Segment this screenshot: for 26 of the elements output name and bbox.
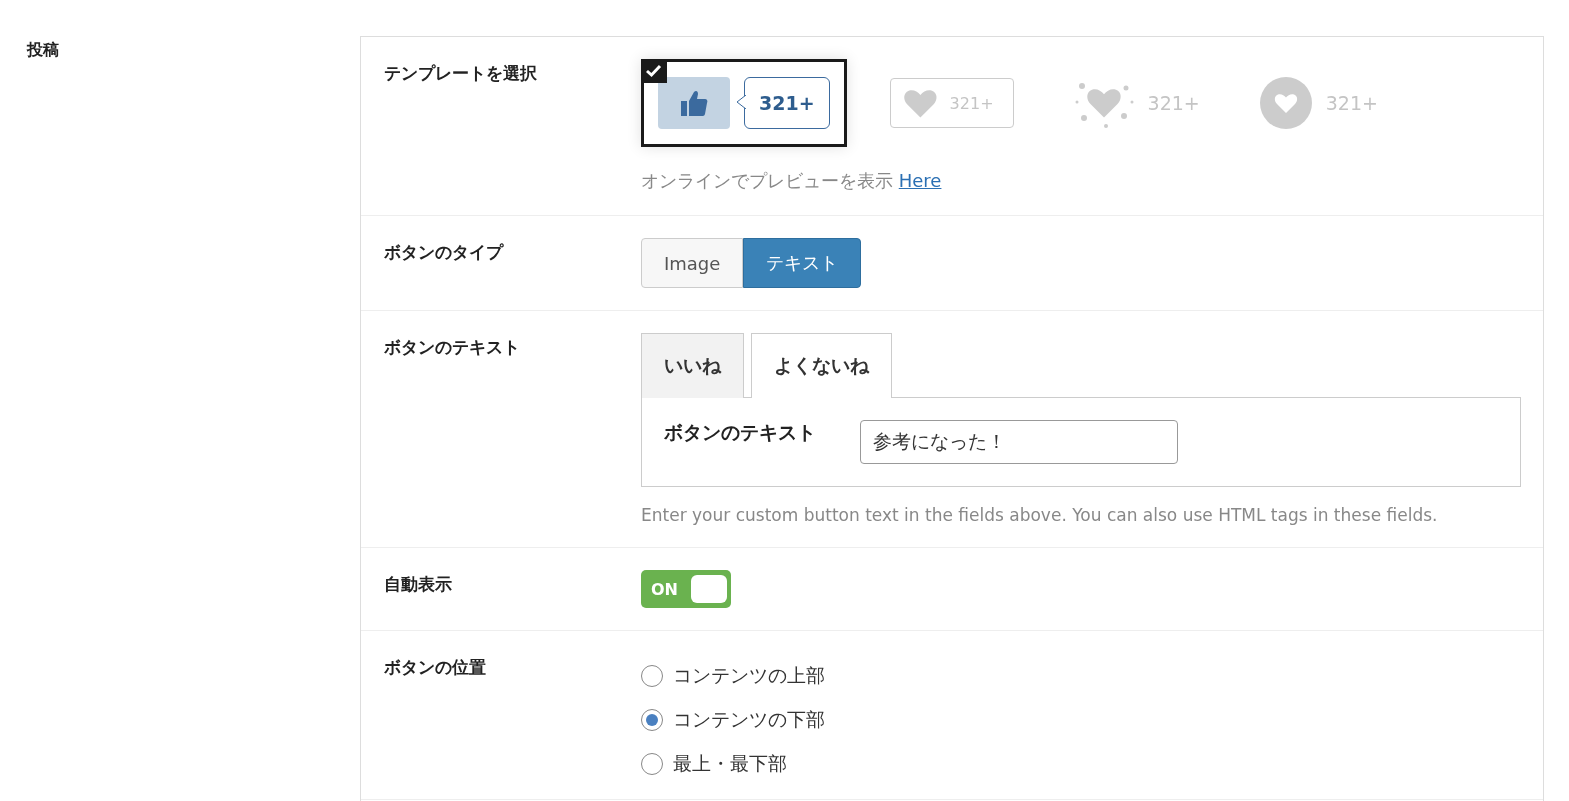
heart-icon — [902, 87, 938, 119]
template-option[interactable]: 321+ — [641, 59, 847, 147]
radio-label[interactable]: コンテンツの下部 — [673, 707, 825, 733]
text-tab[interactable]: いいね — [641, 333, 744, 398]
section-title: 投稿 — [27, 40, 59, 61]
heart-circle-icon — [1259, 77, 1312, 129]
setting-label: ボタンのテキスト — [384, 336, 520, 359]
radio-label[interactable]: 最上・最下部 — [673, 751, 787, 777]
setting-label: ボタンの位置 — [384, 656, 486, 679]
radio-label[interactable]: コンテンツの上部 — [673, 663, 825, 689]
type-option[interactable]: テキスト — [743, 238, 862, 288]
thumbs-up-icon — [679, 88, 709, 118]
preview-link[interactable]: Here — [898, 170, 942, 191]
count-text: 321+ — [1147, 92, 1200, 114]
field-label: ボタンのテキスト — [664, 421, 816, 443]
text-tab[interactable]: よくないね — [751, 333, 892, 398]
setting-label: テンプレートを選択 — [384, 62, 537, 85]
type-option[interactable]: Image — [641, 238, 744, 288]
help-text: Enter your custom button text in the fields above. You can also use HTML tags in these fields. — [641, 505, 1438, 525]
button-text-field[interactable]: 参考になった！ — [860, 420, 1178, 464]
setting-label: 自動表示 — [384, 573, 452, 596]
preview-text: オンラインでプレビューを表示 — [641, 170, 893, 191]
count-text: 321+ — [1325, 92, 1378, 114]
count-box: 321+ — [889, 78, 1014, 128]
bubble-tail — [736, 95, 746, 109]
setting-label: ボタンのタイプ — [384, 241, 503, 264]
